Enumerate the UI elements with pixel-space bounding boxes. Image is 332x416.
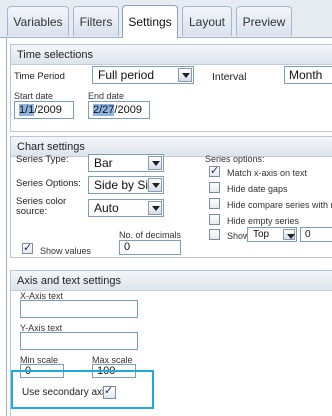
series-options-select[interactable]: Side by Side — [88, 176, 164, 194]
tab-label: Preview — [242, 14, 286, 29]
start-date-rest: /2009 — [34, 104, 62, 116]
series-type-select[interactable]: Bar — [88, 154, 164, 172]
chevron-down-icon[interactable] — [148, 156, 162, 170]
show-top-value: Top — [253, 229, 270, 240]
start-date-input[interactable]: 1/1/2009 — [14, 101, 74, 119]
series-type-label: Series Type: — [16, 154, 69, 165]
show-values-checkbox[interactable] — [22, 241, 33, 254]
tab-preview[interactable]: Preview — [236, 6, 292, 36]
end-date-rest: /2009 — [114, 104, 142, 116]
end-date-selection: 2/27 — [93, 104, 115, 116]
interval-label: Interval — [212, 71, 247, 83]
hide-compare-label: Hide compare series with no d — [227, 200, 332, 210]
y-axis-text-input[interactable] — [20, 332, 138, 350]
chevron-down-icon[interactable] — [148, 201, 162, 215]
tab-layout[interactable]: Layout — [182, 6, 232, 36]
hide-date-gaps-label: Hide date gaps — [227, 184, 288, 194]
show-count-input[interactable]: 0 — [300, 227, 332, 242]
tab-variables[interactable]: Variables — [7, 6, 69, 36]
end-date-label: End date — [88, 91, 125, 101]
decimals-value: 0 — [124, 241, 131, 253]
series-type-value: Bar — [94, 156, 113, 170]
tab-bar: Variables Filters Settings Layout Previe… — [0, 0, 332, 38]
x-axis-text-input[interactable] — [20, 300, 138, 318]
chevron-down-icon[interactable] — [148, 178, 162, 192]
tab-label: Filters — [79, 14, 113, 29]
series-color-value: Auto — [94, 201, 119, 215]
show-top-checkbox[interactable] — [209, 229, 220, 240]
tab-filters[interactable]: Filters — [73, 6, 119, 36]
hide-empty-checkbox[interactable] — [209, 214, 220, 225]
panel-title: Axis and text settings — [11, 271, 332, 291]
tab-label: Settings — [128, 15, 172, 29]
series-color-label-line: source: — [16, 206, 48, 217]
hide-compare-checkbox[interactable] — [209, 198, 220, 209]
show-values-label: Show values — [40, 246, 92, 256]
highlight-box — [11, 370, 154, 409]
decimals-label: No. of decimals — [119, 230, 182, 240]
interval-value: Month — [289, 68, 323, 82]
tab-settings[interactable]: Settings — [122, 5, 178, 38]
match-x-axis-checkbox[interactable] — [209, 164, 220, 177]
tab-label: Layout — [188, 14, 226, 29]
chevron-down-icon[interactable] — [178, 68, 192, 82]
series-options-header: Series options: — [205, 154, 265, 164]
end-date-input[interactable]: 2/27/2009 — [88, 101, 150, 119]
show-count-value: 0 — [305, 229, 311, 240]
start-date-label: Start date — [14, 91, 54, 101]
show-top-select[interactable]: Top — [247, 227, 297, 242]
panel-title: Time selections — [11, 45, 332, 65]
time-period-value: Full period — [98, 68, 155, 82]
series-color-select[interactable]: Auto — [88, 199, 164, 217]
chevron-down-icon[interactable] — [283, 229, 295, 240]
time-period-label: Time Period — [14, 71, 65, 82]
time-period-select[interactable]: Full period — [92, 66, 194, 84]
hide-empty-label: Hide empty series — [227, 216, 300, 226]
interval-select[interactable]: Month — [284, 66, 332, 84]
match-x-axis-label: Match x-axis on text — [227, 168, 308, 178]
series-options-label: Series Options: — [16, 178, 81, 189]
series-color-label: Series color source: — [16, 197, 66, 217]
hide-date-gaps-checkbox[interactable] — [209, 182, 220, 193]
tab-label: Variables — [13, 14, 63, 29]
start-date-selection: 1/1 — [19, 104, 35, 116]
decimals-input[interactable]: 0 — [119, 240, 181, 255]
